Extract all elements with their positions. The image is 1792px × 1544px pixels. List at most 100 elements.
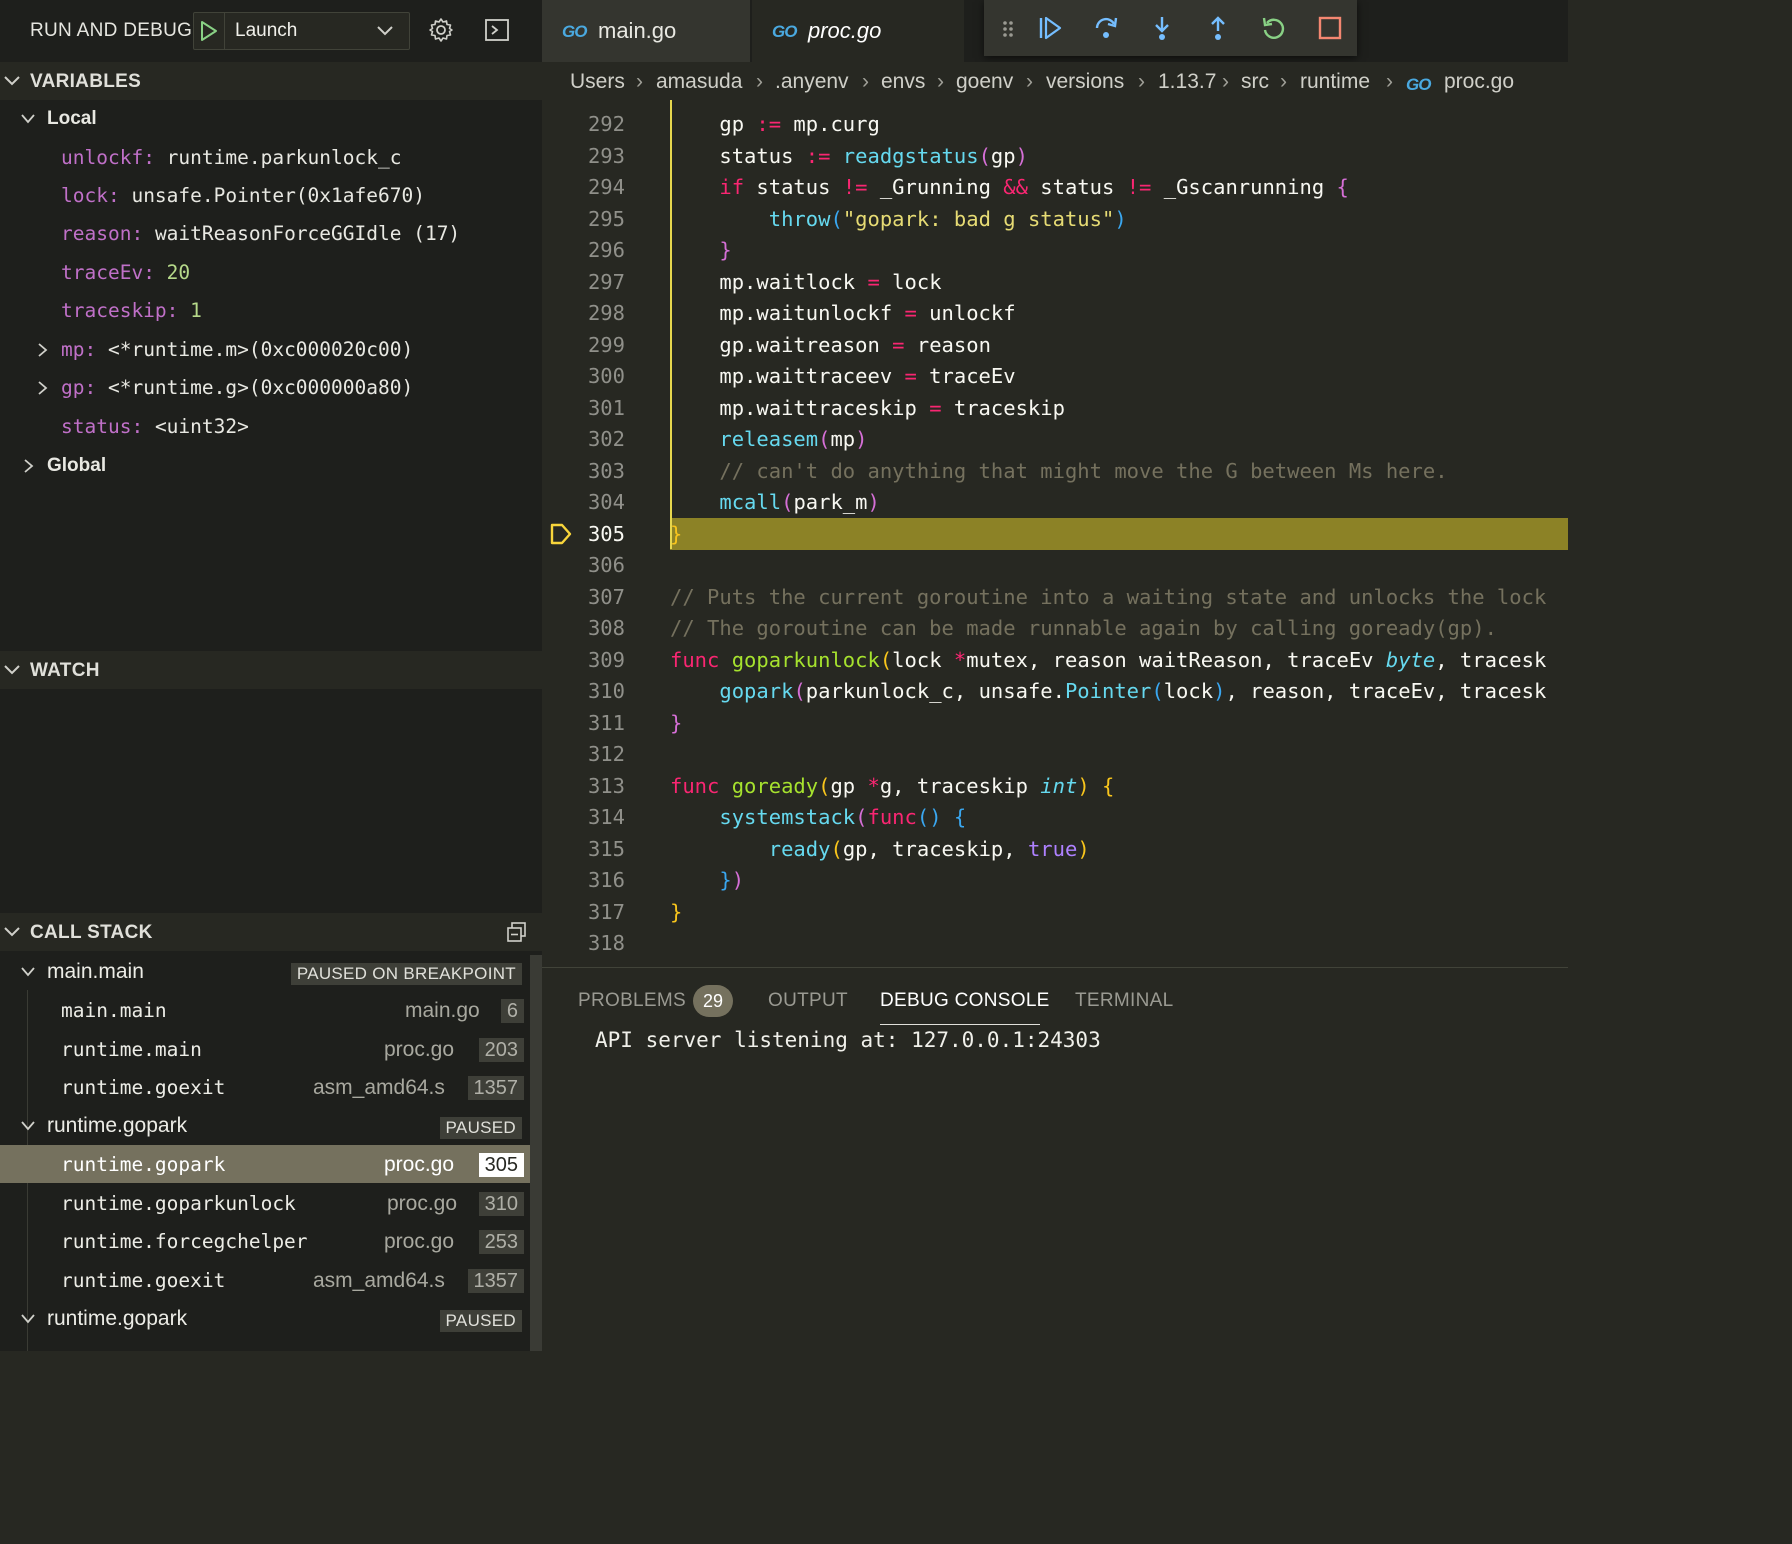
breadcrumb-item[interactable]: Users: [570, 70, 625, 94]
chevron-right-icon[interactable]: [34, 380, 50, 396]
stack-frame-selected[interactable]: runtime.gopark proc.go 305: [0, 1145, 542, 1183]
continue-icon[interactable]: [1036, 14, 1064, 42]
line-number[interactable]: 318: [542, 928, 625, 960]
code-line: 317}: [542, 897, 1568, 929]
variable-row[interactable]: gp: <*runtime.g>(0xc000000a80): [61, 376, 413, 414]
stop-icon[interactable]: [1316, 14, 1344, 42]
breadcrumb-item[interactable]: goenv: [956, 70, 1013, 94]
breadcrumb-item[interactable]: src: [1241, 70, 1269, 94]
collapse-all-icon[interactable]: [506, 921, 528, 943]
code-line: 306: [542, 550, 1568, 582]
gear-icon[interactable]: [428, 17, 454, 43]
scope-local[interactable]: Local: [0, 100, 542, 138]
breadcrumb-item[interactable]: envs: [881, 70, 925, 94]
variable-row[interactable]: unlockf: runtime.parkunlock_c: [61, 146, 401, 184]
line-source: }: [719, 238, 732, 262]
chevron-right-icon: ›: [937, 70, 944, 93]
frame-file: asm_amd64.s: [313, 1076, 445, 1099]
line-number[interactable]: 292: [542, 109, 625, 141]
line-number[interactable]: 308: [542, 613, 625, 645]
tab-debug-console[interactable]: DEBUG CONSOLE: [880, 990, 1050, 1012]
stack-frame[interactable]: main.main main.go 6: [0, 991, 542, 1029]
line-number[interactable]: 303: [542, 456, 625, 488]
stack-frame[interactable]: runtime.main proc.go 203: [0, 1030, 542, 1068]
breadcrumb-item[interactable]: amasuda: [656, 70, 742, 94]
line-number[interactable]: 314: [542, 802, 625, 834]
line-source: mp.waittraceskip = traceskip: [670, 395, 1065, 420]
scope-global[interactable]: Global: [0, 447, 542, 485]
variable-name: status: [61, 415, 132, 438]
sidebar-scrollbar[interactable]: [530, 955, 542, 1351]
tab-output[interactable]: OUTPUT: [768, 990, 848, 1012]
breadcrumb-item[interactable]: .anyenv: [775, 70, 849, 94]
line-number[interactable]: 304: [542, 487, 625, 519]
play-icon[interactable]: [200, 20, 218, 42]
debug-console-icon[interactable]: [484, 17, 510, 43]
line-number[interactable]: 301: [542, 393, 625, 425]
watch-section-header[interactable]: WATCH: [0, 651, 542, 689]
line-number[interactable]: 296: [542, 235, 625, 267]
code-line: 300 mp.waittraceev = traceEv: [542, 361, 1568, 393]
line-number[interactable]: 294: [542, 172, 625, 204]
variable-row[interactable]: traceskip: 1: [61, 299, 202, 337]
variable-row[interactable]: mp: <*runtime.m>(0xc000020c00): [61, 338, 413, 376]
stack-frame[interactable]: runtime.goparkunlock proc.go 310: [0, 1184, 542, 1222]
line-number[interactable]: 311: [542, 708, 625, 740]
call-stack-thread[interactable]: runtime.gopark PAUSED: [0, 1300, 542, 1338]
line-source: mcall(park_m): [719, 490, 880, 514]
line-number[interactable]: 305: [542, 519, 625, 551]
line-number[interactable]: 297: [542, 267, 625, 299]
line-number[interactable]: 302: [542, 424, 625, 456]
call-stack-thread[interactable]: runtime.gopark PAUSED: [0, 1107, 542, 1145]
breadcrumb-item[interactable]: 1.13.7: [1158, 70, 1216, 94]
line-number[interactable]: 307: [542, 582, 625, 614]
step-out-icon[interactable]: [1204, 14, 1232, 42]
call-stack-title: CALL STACK: [30, 922, 153, 943]
line-source: mp.waitlock = lock: [670, 269, 942, 294]
tab-proc-go[interactable]: GO proc.go: [752, 0, 1149, 62]
line-source: gp := mp.curg: [670, 112, 880, 136]
variable-row[interactable]: traceEv: 20: [61, 261, 190, 299]
line-number[interactable]: 300: [542, 361, 625, 393]
code-editor[interactable]: 292 gp := mp.curg 293 status := readgstat…: [542, 100, 1568, 967]
tab-terminal[interactable]: TERMINAL: [1075, 990, 1173, 1012]
line-number[interactable]: 312: [542, 739, 625, 771]
tab-label: main.go: [598, 18, 677, 43]
stack-frame[interactable]: runtime.goexit asm_amd64.s 1357: [0, 1068, 542, 1106]
line-number[interactable]: 309: [542, 645, 625, 677]
breadcrumb-item[interactable]: versions: [1046, 70, 1124, 94]
line-number[interactable]: 310: [542, 676, 625, 708]
line-number[interactable]: 299: [542, 330, 625, 362]
breadcrumb-item[interactable]: runtime: [1300, 70, 1370, 94]
line-number[interactable]: 315: [542, 834, 625, 866]
line-number[interactable]: 306: [542, 550, 625, 582]
code-line: 294 if status != _Grunning && status != …: [542, 172, 1568, 204]
line-source: throw("gopark: bad g status"): [768, 206, 1127, 231]
variables-section-header[interactable]: VARIABLES: [0, 62, 542, 100]
chevron-right-icon[interactable]: [34, 342, 50, 358]
chevron-right-icon: ›: [862, 70, 869, 93]
chevron-down-icon[interactable]: [376, 24, 394, 38]
line-number[interactable]: 293: [542, 141, 625, 173]
tab-problems[interactable]: PROBLEMS: [578, 990, 686, 1012]
stack-frame[interactable]: runtime.forcegchelper proc.go 253: [0, 1222, 542, 1260]
call-stack-section-header[interactable]: CALL STACK: [0, 913, 542, 951]
line-number[interactable]: 317: [542, 897, 625, 929]
breadcrumb-item[interactable]: proc.go: [1444, 70, 1514, 94]
chevron-right-icon: ›: [1386, 70, 1393, 93]
line-number[interactable]: 295: [542, 204, 625, 236]
code-line: 304 mcall(park_m): [542, 487, 1568, 519]
line-number[interactable]: 298: [542, 298, 625, 330]
step-into-icon[interactable]: [1148, 14, 1176, 42]
variable-row[interactable]: reason: waitReasonForceGGIdle (17): [61, 222, 460, 260]
variable-row[interactable]: lock: unsafe.Pointer(0x1afe670): [61, 184, 425, 222]
line-number[interactable]: 316: [542, 865, 625, 897]
tab-main-go[interactable]: GO main.go: [542, 0, 750, 62]
stack-frame[interactable]: runtime.goexit asm_amd64.s 1357: [0, 1261, 542, 1299]
chevron-right-icon: ›: [756, 70, 763, 93]
call-stack-thread[interactable]: main.main PAUSED ON BREAKPOINT: [0, 953, 542, 991]
drag-handle-icon[interactable]: [998, 14, 1018, 42]
restart-icon[interactable]: [1260, 14, 1288, 42]
line-number[interactable]: 313: [542, 771, 625, 803]
step-over-icon[interactable]: [1092, 14, 1120, 42]
